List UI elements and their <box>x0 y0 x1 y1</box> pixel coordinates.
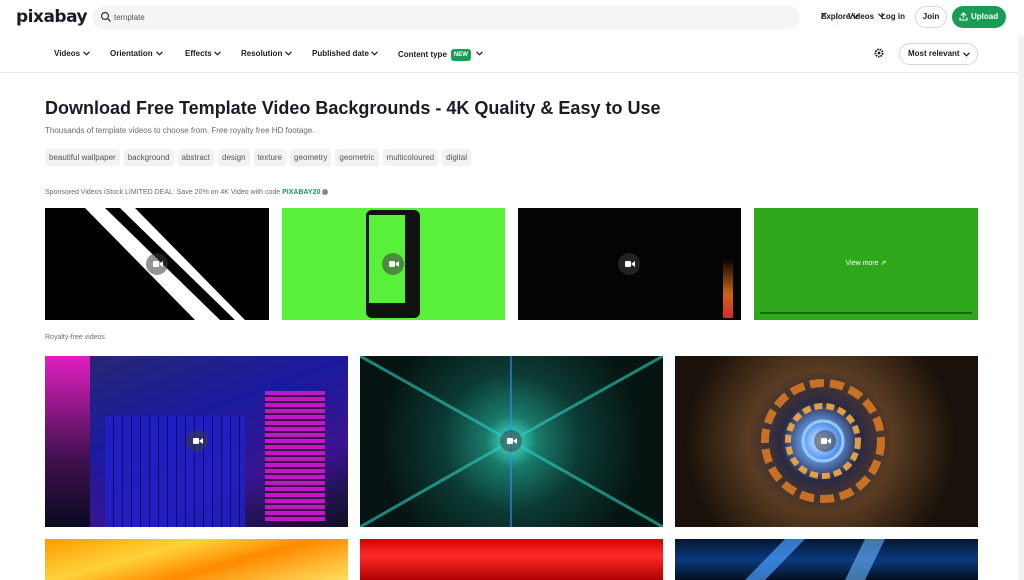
filter-effects[interactable]: Effects <box>185 49 221 59</box>
tag-chip[interactable]: design <box>218 149 250 166</box>
filter-label: Resolution <box>241 49 283 58</box>
video-camera-icon <box>382 253 404 275</box>
view-more-tile[interactable]: View more ⇗ <box>754 208 978 320</box>
sort-select[interactable]: Most relevant <box>899 43 978 65</box>
login-link[interactable]: Log in <box>881 12 905 21</box>
video-thumbnail[interactable] <box>675 356 978 527</box>
section-label: Royalty-free videos <box>45 334 105 341</box>
progress-line <box>760 312 972 314</box>
chevron-down-icon <box>371 51 378 56</box>
video-camera-icon <box>146 253 168 275</box>
thumbnail-art <box>105 416 245 527</box>
info-icon[interactable] <box>322 189 329 195</box>
sort-label: Most relevant <box>908 49 960 58</box>
chevron-down-icon <box>476 51 483 56</box>
video-camera-icon <box>500 430 522 452</box>
pixabay-logo[interactable]: pixabay <box>16 7 88 27</box>
thumbnail-art <box>45 356 90 527</box>
page-subtitle: Thousands of template videos to choose f… <box>45 126 315 135</box>
sponsored-notice: Sponsored Videos iStock LIMITED DEAL: Sa… <box>45 189 329 196</box>
chevron-down-icon <box>214 51 221 56</box>
tag-chip[interactable]: digital <box>442 149 472 166</box>
video-camera-icon <box>618 253 640 275</box>
promo-code: PIXABAY20 <box>282 189 321 196</box>
thumbnail-art <box>265 391 325 521</box>
thumbnail-art <box>745 539 885 580</box>
chevron-down-icon <box>285 51 292 56</box>
filter-published-date[interactable]: Published date <box>312 49 378 59</box>
video-camera-icon <box>814 430 836 452</box>
tag-chip[interactable]: beautiful wallpaper <box>45 149 120 166</box>
filter-label: Published date <box>312 49 369 58</box>
scrollbar[interactable] <box>1018 36 1024 580</box>
tag-chip[interactable]: abstract <box>177 149 214 166</box>
video-thumbnail[interactable] <box>45 539 348 580</box>
chevron-down-icon <box>156 51 163 56</box>
filter-resolution[interactable]: Resolution <box>241 49 292 59</box>
upload-button[interactable]: Upload <box>952 6 1006 28</box>
chevron-down-icon[interactable] <box>852 14 859 19</box>
tag-chip[interactable]: geometry <box>290 149 332 166</box>
tag-chip[interactable]: geometric <box>335 149 379 166</box>
video-thumbnail[interactable] <box>675 539 978 580</box>
search-bar: ✕ Videos <box>92 6 885 29</box>
related-tags: beautiful wallpaper background abstract … <box>45 149 472 166</box>
sponsored-video-thumbnail[interactable] <box>45 208 269 320</box>
search-input[interactable] <box>114 9 714 26</box>
filter-bar: Videos Orientation Effects Resolution Pu… <box>0 36 1024 73</box>
sponsored-video-thumbnail[interactable] <box>518 208 741 320</box>
filter-label: Content type <box>398 50 447 59</box>
top-header: pixabay ✕ Videos Explore Log in Join Upl… <box>0 0 1024 36</box>
sponsored-video-thumbnail[interactable] <box>282 208 505 320</box>
filter-content-type[interactable]: Content type NEW <box>398 49 483 61</box>
explore-menu[interactable]: Explore <box>821 12 850 21</box>
chevron-down-icon <box>963 52 970 57</box>
new-badge: NEW <box>450 49 471 61</box>
video-thumbnail[interactable] <box>45 356 348 527</box>
join-button[interactable]: Join <box>915 6 947 28</box>
search-icon <box>100 11 111 22</box>
video-thumbnail[interactable] <box>360 356 663 527</box>
filter-label: Videos <box>54 49 81 58</box>
upload-label: Upload <box>971 12 999 21</box>
page-title: Download Free Template Video Backgrounds… <box>45 98 661 118</box>
tag-chip[interactable]: multicoloured <box>382 149 439 166</box>
tag-chip[interactable]: background <box>123 149 174 166</box>
filter-label: Effects <box>185 49 212 58</box>
gear-icon[interactable] <box>873 47 885 59</box>
chevron-down-icon <box>83 51 90 56</box>
video-thumbnail[interactable] <box>360 539 663 580</box>
filter-orientation[interactable]: Orientation <box>110 49 163 59</box>
reaction-icons <box>723 258 733 318</box>
video-camera-icon <box>186 430 208 452</box>
upload-icon <box>959 12 968 21</box>
sponsored-text: Sponsored Videos iStock LIMITED DEAL: Sa… <box>45 189 281 196</box>
tag-chip[interactable]: texture <box>253 149 287 166</box>
filter-videos[interactable]: Videos <box>54 49 90 59</box>
view-more-link[interactable]: View more ⇗ <box>754 259 978 267</box>
view-more-label: View more <box>845 260 879 267</box>
filter-label: Orientation <box>110 49 153 58</box>
